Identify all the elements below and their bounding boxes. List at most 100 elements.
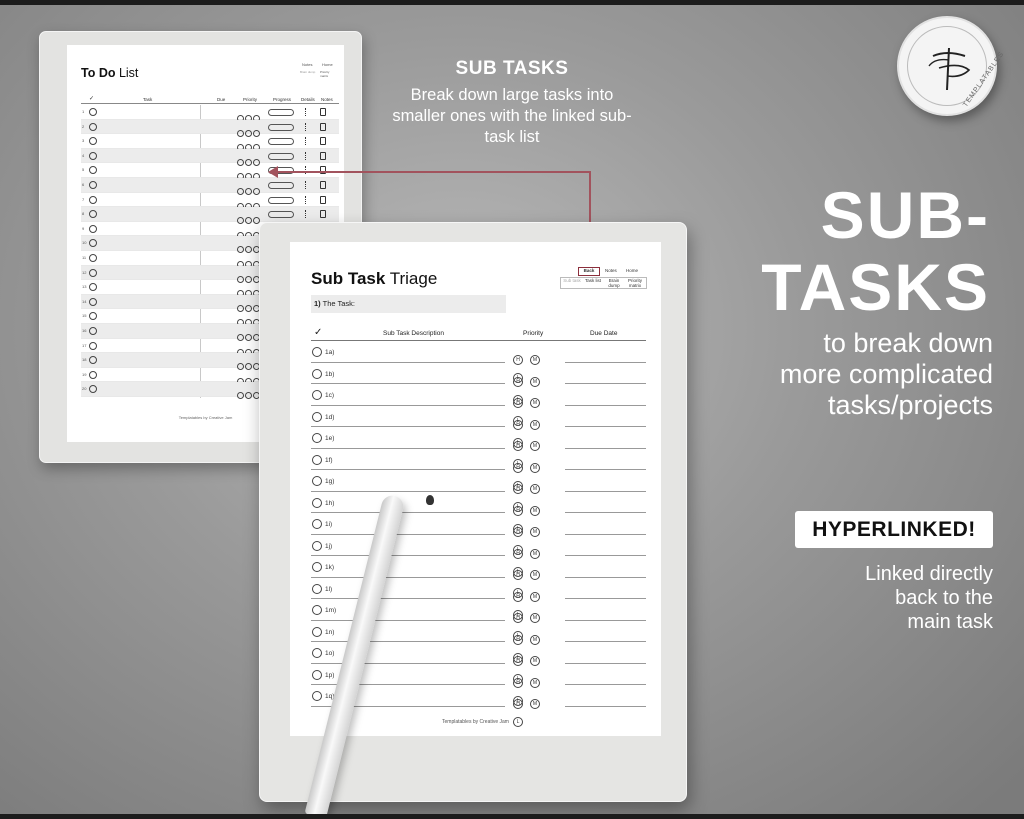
subtask-checkbox[interactable] bbox=[312, 497, 322, 508]
details-link-icon[interactable] bbox=[305, 210, 310, 219]
priority-medium[interactable]: M bbox=[530, 527, 540, 537]
subtask-checkbox[interactable] bbox=[312, 347, 322, 357]
row-checkbox[interactable] bbox=[89, 326, 97, 335]
nav-notes[interactable]: Notes bbox=[302, 62, 312, 67]
priority-high[interactable]: H bbox=[513, 613, 523, 623]
priority-high[interactable]: H bbox=[513, 656, 523, 666]
nav-priority[interactable]: Priority matrix bbox=[320, 70, 338, 78]
notes-clipboard-icon[interactable] bbox=[320, 210, 326, 219]
description-line[interactable] bbox=[311, 641, 505, 642]
subtask-checkbox[interactable] bbox=[312, 411, 322, 422]
due-date-line[interactable] bbox=[565, 641, 646, 642]
notes-clipboard-icon[interactable] bbox=[320, 180, 326, 189]
notes-clipboard-icon[interactable] bbox=[320, 195, 326, 204]
description-line[interactable] bbox=[311, 576, 505, 578]
details-link-icon[interactable] bbox=[305, 180, 310, 189]
row-checkbox[interactable] bbox=[89, 122, 97, 131]
row-checkbox[interactable] bbox=[89, 283, 97, 292]
details-link-icon[interactable] bbox=[305, 122, 310, 131]
due-date-line[interactable] bbox=[565, 576, 646, 578]
notes-clipboard-icon[interactable] bbox=[320, 137, 326, 146]
due-date-line[interactable] bbox=[565, 662, 646, 664]
description-line[interactable] bbox=[311, 404, 505, 406]
subtask-checkbox[interactable] bbox=[312, 626, 322, 637]
nav-task-list[interactable]: Task list bbox=[583, 278, 603, 284]
task-field[interactable]: 1) The Task: bbox=[311, 295, 506, 313]
priority-medium[interactable]: M bbox=[530, 462, 540, 473]
priority-high[interactable]: H bbox=[513, 570, 523, 580]
row-checkbox[interactable] bbox=[89, 341, 97, 350]
back-button[interactable]: Back bbox=[578, 267, 600, 276]
description-line[interactable] bbox=[311, 533, 505, 535]
description-line[interactable] bbox=[311, 619, 505, 621]
due-date-line[interactable] bbox=[565, 555, 646, 556]
progress-bar[interactable] bbox=[268, 138, 294, 146]
details-link-icon[interactable] bbox=[305, 195, 310, 204]
priority-high[interactable]: H bbox=[513, 462, 523, 473]
subtask-checkbox[interactable] bbox=[312, 648, 322, 658]
due-date-line[interactable] bbox=[565, 533, 646, 535]
row-checkbox[interactable] bbox=[89, 297, 97, 306]
priority-high[interactable]: H bbox=[513, 699, 523, 709]
row-checkbox[interactable] bbox=[89, 195, 97, 204]
description-line[interactable] bbox=[311, 555, 505, 556]
subtask-checkbox[interactable] bbox=[312, 605, 322, 615]
priority-high[interactable]: H bbox=[513, 376, 523, 387]
priority-medium[interactable]: M bbox=[530, 613, 540, 623]
progress-bar[interactable] bbox=[268, 109, 294, 116]
priority-medium[interactable]: M bbox=[530, 677, 540, 688]
due-date-line[interactable] bbox=[565, 361, 646, 363]
subtask-checkbox[interactable] bbox=[312, 691, 322, 701]
due-date-line[interactable] bbox=[565, 469, 646, 470]
row-checkbox[interactable] bbox=[89, 370, 97, 379]
nav-home[interactable]: Home bbox=[322, 62, 333, 67]
row-checkbox[interactable] bbox=[89, 166, 97, 175]
progress-bar[interactable] bbox=[268, 152, 294, 160]
priority-high[interactable]: H bbox=[513, 591, 523, 602]
priority-high[interactable]: H bbox=[513, 677, 523, 688]
subtask-checkbox[interactable] bbox=[312, 519, 322, 529]
priority-medium[interactable]: M bbox=[530, 656, 540, 666]
due-date-line[interactable] bbox=[565, 619, 646, 621]
priority-high[interactable]: H bbox=[513, 527, 523, 537]
row-checkbox[interactable] bbox=[89, 180, 97, 189]
row-checkbox[interactable] bbox=[89, 239, 97, 248]
priority-high[interactable]: H bbox=[513, 484, 523, 494]
priority-medium[interactable]: M bbox=[530, 419, 540, 430]
priority-high[interactable]: H bbox=[513, 419, 523, 430]
row-checkbox[interactable] bbox=[89, 210, 97, 219]
priority-medium[interactable]: M bbox=[530, 376, 540, 387]
priority-medium[interactable]: M bbox=[530, 591, 540, 602]
priority-high[interactable]: H bbox=[513, 505, 523, 516]
row-checkbox[interactable] bbox=[89, 356, 97, 365]
row-checkbox[interactable] bbox=[89, 108, 97, 116]
row-checkbox[interactable] bbox=[89, 253, 97, 262]
row-checkbox[interactable] bbox=[89, 224, 97, 233]
subtask-checkbox[interactable] bbox=[312, 562, 322, 572]
row-checkbox[interactable] bbox=[89, 151, 97, 160]
due-date-line[interactable] bbox=[565, 383, 646, 384]
description-line[interactable] bbox=[311, 469, 505, 470]
due-date-line[interactable] bbox=[565, 512, 646, 513]
priority-medium[interactable]: M bbox=[530, 699, 540, 709]
description-line[interactable] bbox=[311, 383, 505, 384]
subtask-checkbox[interactable] bbox=[312, 368, 322, 379]
notes-clipboard-icon[interactable] bbox=[320, 108, 326, 116]
nav-home[interactable]: Home bbox=[626, 268, 638, 273]
priority-high[interactable]: H bbox=[513, 634, 523, 645]
progress-bar[interactable] bbox=[268, 123, 294, 131]
due-date-line[interactable] bbox=[565, 404, 646, 406]
nav-brain-dump[interactable]: Brain dump bbox=[604, 278, 624, 288]
due-date-line[interactable] bbox=[565, 426, 646, 427]
due-date-line[interactable] bbox=[565, 684, 646, 685]
priority-medium[interactable]: M bbox=[530, 505, 540, 516]
due-date-line[interactable] bbox=[565, 705, 646, 707]
priority-medium[interactable]: M bbox=[530, 355, 540, 365]
description-line[interactable] bbox=[311, 490, 505, 492]
priority-medium[interactable] bbox=[245, 392, 252, 400]
nav-priority-matrix[interactable]: Priority matrix bbox=[625, 278, 645, 288]
description-line[interactable] bbox=[311, 447, 505, 449]
priority-high[interactable] bbox=[237, 392, 244, 400]
description-line[interactable] bbox=[311, 512, 505, 513]
details-link-icon[interactable] bbox=[305, 151, 310, 160]
